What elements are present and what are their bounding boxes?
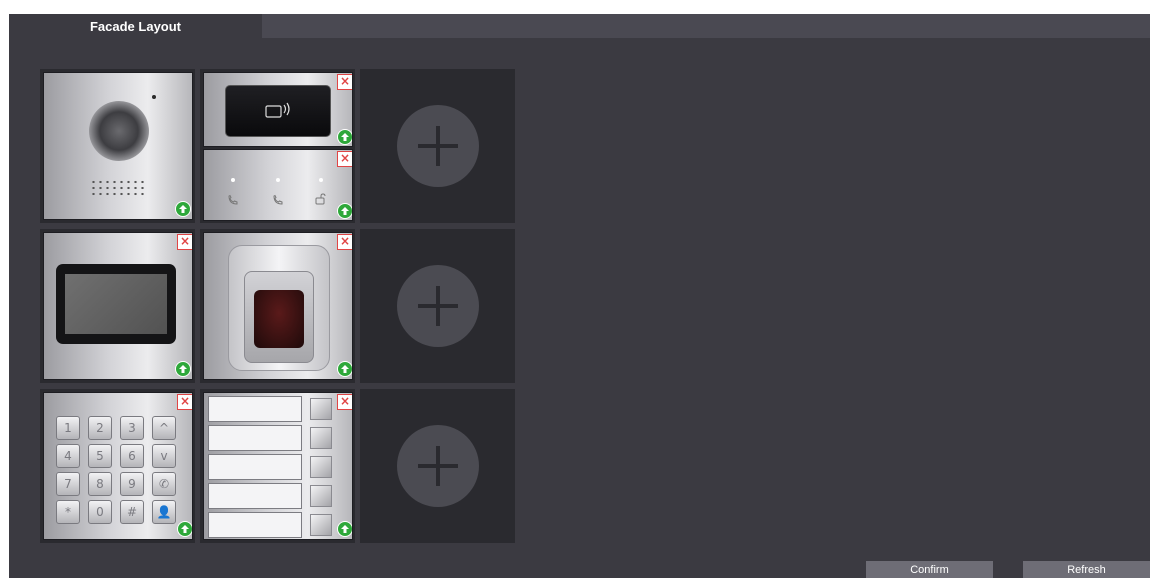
keypad-key[interactable]: ^ (152, 416, 176, 440)
upload-arrow-icon[interactable] (337, 129, 352, 145)
upload-arrow-icon[interactable] (337, 361, 352, 377)
keypad-key[interactable]: 5 (88, 444, 112, 468)
tab-facade-layout[interactable]: Facade Layout (9, 14, 262, 39)
speaker-grille-icon (90, 179, 146, 199)
phone-icon (273, 194, 283, 205)
fingerprint-frame (244, 271, 314, 363)
layout-slot: 1 2 3 ^ 4 5 6 v 7 8 9 ✆ * 0 # 👤 × (40, 389, 195, 543)
keypad-key[interactable]: 3 (120, 416, 144, 440)
keypad-key[interactable]: 4 (56, 444, 80, 468)
fingerprint-housing (228, 245, 330, 371)
keypad-module[interactable]: 1 2 3 ^ 4 5 6 v 7 8 9 ✆ * 0 # 👤 × (43, 392, 193, 540)
keypad-key[interactable]: 0 (88, 500, 112, 524)
layout-slot (40, 69, 195, 223)
layout-slot: × (40, 229, 195, 383)
call-button[interactable] (310, 485, 332, 507)
call-button[interactable] (310, 456, 332, 478)
add-module-icon[interactable] (397, 425, 479, 507)
screen-display (65, 274, 167, 334)
layout-slot: × (200, 389, 355, 543)
name-label-field (208, 454, 302, 480)
button-module[interactable]: × (203, 392, 353, 540)
name-label-field (208, 425, 302, 451)
name-label-field (208, 512, 302, 538)
screen-bezel (56, 264, 176, 344)
upload-arrow-icon[interactable] (177, 521, 192, 537)
delete-icon[interactable]: × (337, 234, 352, 250)
indicator-light (276, 178, 280, 182)
confirm-button[interactable]: Confirm (866, 561, 993, 578)
camera-module[interactable] (43, 72, 193, 220)
call-icon (228, 194, 238, 205)
empty-slot[interactable] (360, 389, 515, 543)
card-icon (265, 102, 290, 118)
upload-arrow-icon[interactable] (337, 521, 352, 537)
call-button[interactable] (310, 427, 332, 449)
name-label-field (208, 483, 302, 509)
keypad-key[interactable]: v (152, 444, 176, 468)
empty-slot[interactable] (360, 229, 515, 383)
indicator-light (319, 178, 323, 182)
call-button[interactable] (310, 514, 332, 536)
add-module-icon[interactable] (397, 105, 479, 187)
add-module-icon[interactable] (397, 265, 479, 347)
delete-icon[interactable]: × (337, 394, 352, 410)
keypad-key[interactable]: 8 (88, 472, 112, 496)
keypad-key[interactable]: 7 (56, 472, 80, 496)
indicator-light (231, 178, 235, 182)
layout-slot: × (200, 229, 355, 383)
upload-arrow-icon[interactable] (337, 203, 352, 219)
keypad-key[interactable]: ✆ (152, 472, 176, 496)
keypad-key[interactable]: 1 (56, 416, 80, 440)
keypad-key[interactable]: 9 (120, 472, 144, 496)
indicator-module[interactable]: × (203, 149, 353, 221)
keypad-key[interactable]: 2 (88, 416, 112, 440)
keypad-key[interactable]: 👤 (152, 500, 176, 524)
sensor-dot-icon (152, 95, 156, 99)
keypad-key[interactable]: # (120, 500, 144, 524)
refresh-button[interactable]: Refresh (1023, 561, 1150, 578)
fingerprint-module[interactable]: × (203, 232, 353, 380)
layout-slot: × × (200, 69, 355, 223)
fingerprint-sensor-icon (254, 290, 304, 348)
keypad-key[interactable]: * (56, 500, 80, 524)
upload-arrow-icon[interactable] (175, 201, 191, 217)
keypad-key[interactable]: 6 (120, 444, 144, 468)
card-reader-pad (225, 85, 331, 137)
delete-icon[interactable]: × (177, 394, 192, 410)
upload-arrow-icon[interactable] (175, 361, 191, 377)
delete-icon[interactable]: × (337, 74, 352, 90)
camera-lens-icon (89, 101, 149, 161)
unlock-icon (315, 193, 326, 205)
display-module[interactable]: × (43, 232, 193, 380)
name-label-field (208, 396, 302, 422)
card-reader-module[interactable]: × (203, 72, 353, 147)
empty-slot[interactable] (360, 69, 515, 223)
delete-icon[interactable]: × (177, 234, 192, 250)
delete-icon[interactable]: × (337, 151, 352, 167)
call-button[interactable] (310, 398, 332, 420)
